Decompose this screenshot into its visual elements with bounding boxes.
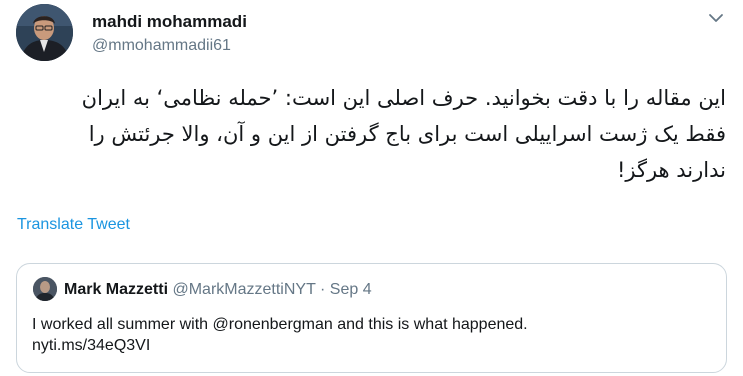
- quoted-author-name[interactable]: Mark Mazzetti: [64, 281, 168, 298]
- quoted-text-line: I worked all summer with @ronenbergman a…: [32, 316, 528, 333]
- quoted-author-handle[interactable]: @MarkMazzettiNYT: [172, 281, 315, 298]
- quoted-text: I worked all summer with @ronenbergman a…: [32, 314, 712, 356]
- tweet-text-line: ندارند هرگز!: [616, 158, 726, 182]
- chevron-down-icon[interactable]: [706, 10, 726, 26]
- tweet-text-line: فقط یک ژست اسراییلی است برای باج گرفتن ا…: [88, 122, 726, 146]
- tweet-card: mahdi mohammadi @mmohammadii61 این مقاله…: [0, 0, 743, 376]
- tweet-text-line: این مقاله را با دقت بخوانید. حرف اصلی ای…: [81, 86, 726, 110]
- quoted-link[interactable]: nyti.ms/34eQ3VI: [32, 335, 712, 356]
- author-handle[interactable]: @mmohammadii61: [92, 37, 231, 55]
- quoted-header: Mark Mazzetti @MarkMazzettiNYT · Sep 4: [64, 281, 372, 299]
- author-avatar[interactable]: [16, 4, 73, 61]
- quoted-date[interactable]: Sep 4: [330, 281, 372, 298]
- quoted-tweet[interactable]: Mark Mazzetti @MarkMazzettiNYT · Sep 4 I…: [16, 263, 727, 373]
- translate-tweet-link[interactable]: Translate Tweet: [17, 216, 130, 234]
- tweet-text: این مقاله را با دقت بخوانید. حرف اصلی ای…: [18, 80, 726, 188]
- quoted-author-avatar[interactable]: [33, 277, 57, 301]
- author-name[interactable]: mahdi mohammadi: [92, 12, 247, 32]
- separator-dot: ·: [320, 281, 326, 298]
